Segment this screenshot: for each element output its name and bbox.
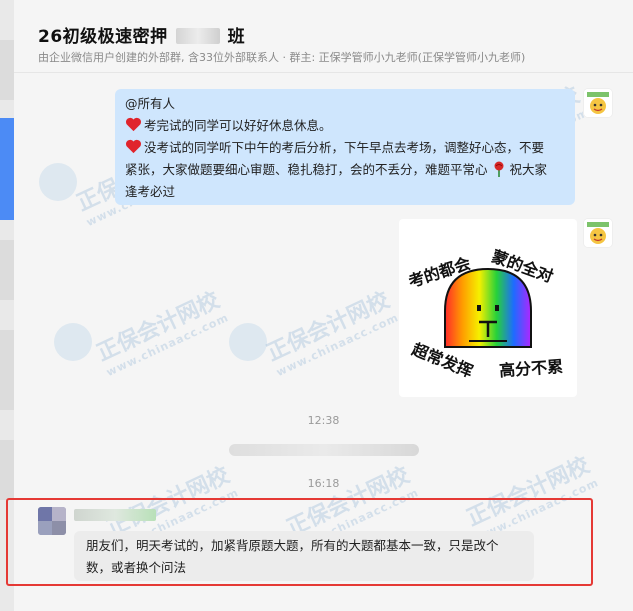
announcement-message-bubble[interactable]: @所有人 考完试的同学可以好好休息休息。 没考试的同学听下中午的考后分析，下午早… (115, 89, 575, 205)
group-title[interactable]: 26初级极速密押 班 (38, 22, 245, 47)
watermark-logo-icon (54, 323, 92, 361)
left-sidebar-rail (0, 0, 14, 611)
redacted-title-part (175, 28, 220, 44)
sticker-image[interactable]: 考的都会 蒙的全对 超常发挥 高分不累 (399, 219, 577, 397)
message-line: 祝大家 (509, 162, 547, 177)
message-line: 考完试的同学可以好好休息休息。 (144, 118, 332, 133)
mention-all: @所有人 (125, 96, 176, 111)
group-title-suffix: 班 (227, 27, 246, 47)
rail-item[interactable] (0, 330, 14, 410)
sender-avatar[interactable] (584, 89, 612, 117)
chat-header: 26初级极速密押 班 由企业微信用户创建的外部群, 含33位外部联系人 · 群主:… (14, 0, 633, 73)
message-line: 逢考必过 (125, 184, 176, 199)
timestamp: 12:38 (307, 414, 340, 427)
group-title-prefix: 26初级极速密押 (38, 27, 168, 47)
redacted-member-name (74, 509, 156, 521)
message-line: 没考试的同学听下中午的考后分析，下午早点去考场，调整好心态，不要 (144, 140, 545, 155)
sender-avatar[interactable] (584, 219, 612, 247)
watermark-logo-icon (39, 163, 77, 201)
message-line: 数，或者换个问法 (86, 560, 187, 575)
rail-item[interactable] (0, 40, 14, 100)
member-avatar[interactable] (38, 507, 66, 535)
watermark: 正保会计网校www.chinaacc.com (93, 287, 231, 380)
redacted-system-message (229, 444, 419, 456)
watermark-logo-icon (229, 323, 267, 361)
rail-selected-item[interactable] (0, 118, 14, 220)
group-subtitle: 由企业微信用户创建的外部群, 含33位外部联系人 · 群主: 正保学管师小九老师… (38, 51, 526, 64)
message-line: 紧张，大家做题要细心审题、稳扎稳打，会的不丢分，难题平常心 (125, 162, 488, 177)
rail-item[interactable] (0, 440, 14, 500)
member-message-bubble[interactable]: 朋友们，明天考试的，加紧背原题大题，所有的大题都基本一致，只是改个 数，或者换个… (74, 531, 534, 581)
rail-item[interactable] (0, 240, 14, 300)
watermark: 正保会计网校www.chinaacc.com (463, 452, 601, 545)
message-line: 朋友们，明天考试的，加紧背原题大题，所有的大题都基本一致，只是改个 (86, 538, 499, 553)
sticker-caption: 高分不累 (498, 356, 564, 381)
watermark: 正保会计网校www.chinaacc.com (263, 287, 401, 380)
chat-message-area[interactable]: 正保会计网校 www.chinaacc.com 正保会计网校 www.chinaac… (14, 73, 633, 611)
rose-icon (494, 161, 503, 177)
red-heart-icon (126, 139, 141, 154)
timestamp: 16:18 (307, 477, 340, 490)
red-heart-icon (126, 117, 141, 132)
